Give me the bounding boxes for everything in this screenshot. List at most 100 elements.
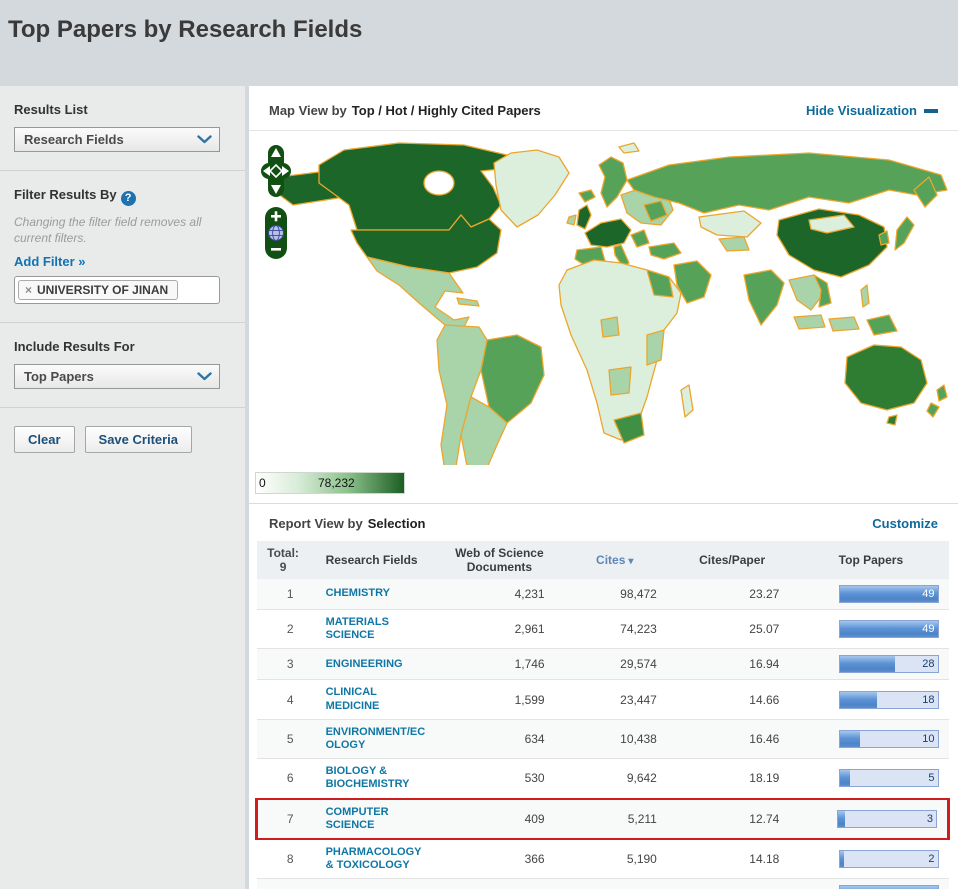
top-papers-bar: 49 <box>839 585 939 603</box>
report-table: Total: 9 Research Fields Web of Science … <box>255 541 950 889</box>
top-papers-value: 49 <box>922 588 934 600</box>
total-value: 9 <box>265 560 302 574</box>
table-row: 4 CLINICAL MEDICINE 1,599 23,447 14.66 1… <box>257 680 949 719</box>
filter-results-label: Filter Results By <box>14 187 117 202</box>
top-papers-value: 5 <box>928 772 934 784</box>
header-research-fields[interactable]: Research Fields <box>310 541 441 579</box>
region-central-africa <box>609 367 631 395</box>
globe-icon <box>269 226 284 241</box>
country-nigeria <box>601 317 619 337</box>
map-view-prefix: Map View by <box>269 103 347 118</box>
row-cites: 10,438 <box>559 719 671 758</box>
top-papers-value: 2 <box>928 853 934 865</box>
filter-tags-box: × UNIVERSITY OF JINAN <box>14 276 220 304</box>
remove-filter-icon[interactable]: × <box>25 283 32 297</box>
row-cites-per-paper: 12.74 <box>671 799 793 839</box>
row-docs: 1,599 <box>440 680 558 719</box>
research-field-link[interactable]: COMPUTER SCIENCE <box>326 806 426 832</box>
row-docs: 4,231 <box>440 579 558 610</box>
region-central-europe <box>585 219 631 247</box>
content: Results List Research Fields Filter Resu… <box>0 86 958 889</box>
map-zoom-control[interactable] <box>265 207 287 259</box>
region-east-africa <box>647 330 664 365</box>
top-papers-bar: 3 <box>837 810 937 828</box>
total-label: Total: <box>265 546 302 560</box>
clear-button[interactable]: Clear <box>14 426 75 453</box>
top-papers-bar: 205 <box>839 885 939 889</box>
country-ireland <box>567 215 576 225</box>
top-papers-bar: 10 <box>839 730 939 748</box>
row-rank: 1 <box>257 579 310 610</box>
header-top-papers[interactable]: Top Papers <box>793 541 948 579</box>
research-field-link[interactable]: ENVIRONMENT/ECOLOGY <box>326 726 426 752</box>
include-results-dropdown[interactable]: Top Papers <box>14 364 220 389</box>
research-field-link[interactable]: CLINICAL MEDICINE <box>326 686 426 712</box>
filter-note: Changing the filter field removes all cu… <box>14 215 231 246</box>
results-list-section: Results List Research Fields <box>0 86 245 171</box>
map-view-header: Map View by Top / Hot / Highly Cited Pape… <box>249 86 958 131</box>
row-cites-per-paper: 25.07 <box>671 610 793 649</box>
table-header-row: Total: 9 Research Fields Web of Science … <box>257 541 949 579</box>
top-papers-bar: 5 <box>839 769 939 787</box>
row-rank: 3 <box>257 649 310 680</box>
row-docs: 2,961 <box>440 610 558 649</box>
country-iceland <box>579 190 595 202</box>
row-rank: 8 <box>257 839 310 879</box>
row-cites-per-paper: 18.19 <box>671 759 793 799</box>
chevron-down-icon <box>197 372 212 381</box>
indonesia-island-1 <box>794 315 825 329</box>
region-balkans <box>631 230 649 247</box>
island-tasmania <box>887 415 897 425</box>
customize-link[interactable]: Customize <box>872 516 938 531</box>
row-rank: 4 <box>257 680 310 719</box>
row-cites: 5,190 <box>559 839 671 879</box>
results-list-dropdown[interactable]: Research Fields <box>14 127 220 152</box>
include-results-section: Include Results For Top Papers <box>0 323 245 408</box>
main-panel: Map View by Top / Hot / Highly Cited Pape… <box>249 86 958 889</box>
island-new-guinea <box>867 315 897 335</box>
header-wos-documents[interactable]: Web of Science Documents <box>440 541 558 579</box>
row-docs: 15,557 <box>440 879 558 889</box>
help-icon[interactable]: ? <box>121 191 136 206</box>
map-view-title: Top / Hot / Highly Cited Papers <box>352 103 541 118</box>
research-field-link[interactable]: PHARMACOLOGY & TOXICOLOGY <box>326 846 426 872</box>
table-row: 5 ENVIRONMENT/ECOLOGY 634 10,438 16.46 1… <box>257 719 949 758</box>
top-papers-value: 18 <box>922 694 934 706</box>
top-papers-bar: 2 <box>839 850 939 868</box>
map-area: 0 78,232 <box>249 131 958 503</box>
add-filter-link[interactable]: Add Filter » <box>14 254 86 269</box>
save-criteria-button[interactable]: Save Criteria <box>85 426 193 453</box>
legend-max: 78,232 <box>318 476 355 490</box>
sidebar: Results List Research Fields Filter Resu… <box>0 86 245 889</box>
header-cites[interactable]: Cites▾ <box>559 541 671 579</box>
table-row: 1 CHEMISTRY 4,231 98,472 23.27 49 <box>257 579 949 610</box>
zoom-in-icon-v <box>275 211 278 221</box>
row-cites-per-paper: 14.66 <box>671 680 793 719</box>
top-papers-bar: 18 <box>839 691 939 709</box>
country-madagascar <box>681 385 693 417</box>
region-central-asia <box>719 237 749 251</box>
table-row: 2 MATERIALS SCIENCE 2,961 74,223 25.07 4… <box>257 610 949 649</box>
country-india <box>744 270 784 325</box>
country-uk <box>577 205 591 229</box>
country-russia <box>627 153 947 213</box>
page-header: Top Papers by Research Fields <box>0 0 958 86</box>
research-field-link[interactable]: BIOLOGY & BIOCHEMISTRY <box>326 765 426 791</box>
top-papers-bar: 28 <box>839 655 939 673</box>
top-papers-bar: 49 <box>839 620 939 638</box>
report-view-title: Selection <box>368 516 426 531</box>
row-docs: 366 <box>440 839 558 879</box>
research-field-link[interactable]: ENGINEERING <box>326 658 426 671</box>
country-greenland <box>494 150 569 227</box>
hide-visualization-link[interactable]: Hide Visualization <box>806 103 938 118</box>
header-cites-per-paper[interactable]: Cites/Paper <box>671 541 793 579</box>
row-rank: 0 <box>257 879 310 889</box>
research-field-link[interactable]: CHEMISTRY <box>326 587 426 600</box>
row-cites-per-paper: 14.18 <box>671 839 793 879</box>
row-docs: 634 <box>440 719 558 758</box>
world-map[interactable] <box>249 135 957 465</box>
row-cites: 23,447 <box>559 680 671 719</box>
filter-tag[interactable]: × UNIVERSITY OF JINAN <box>18 280 178 300</box>
research-field-link[interactable]: MATERIALS SCIENCE <box>326 616 426 642</box>
row-rank: 6 <box>257 759 310 799</box>
